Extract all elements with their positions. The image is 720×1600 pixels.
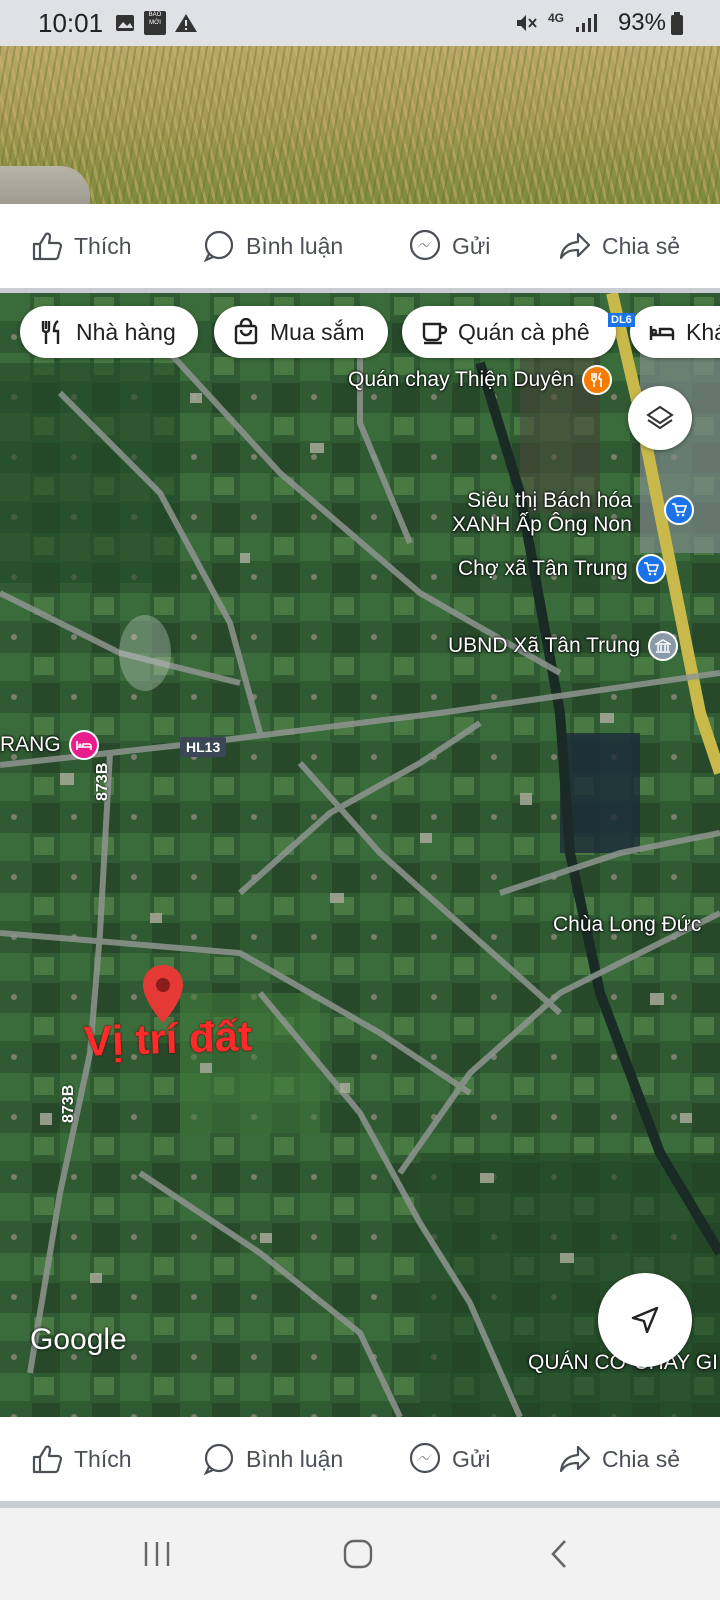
comment-label-2: Bình luận	[246, 1445, 344, 1472]
chip-restaurants[interactable]: Nhà hàng	[20, 306, 198, 358]
send-label: Gửi	[452, 232, 491, 259]
signal-icon	[576, 14, 597, 32]
like-button[interactable]: Thích	[30, 204, 132, 288]
messenger-icon	[409, 229, 441, 261]
chip-hotels[interactable]: Khá	[630, 306, 720, 358]
layers-icon	[646, 405, 674, 430]
navigation-arrow-icon	[631, 1306, 659, 1334]
home-icon[interactable]	[342, 1538, 374, 1570]
share-label: Chia sẻ	[602, 232, 680, 259]
poi-restaurant[interactable]: Quán chay Thiện Duyên	[348, 365, 613, 395]
poi-hotel[interactable]: RANG	[0, 730, 99, 760]
share-button[interactable]: Chia sẻ	[558, 204, 680, 288]
road-label-hl13: HL13	[180, 737, 227, 757]
battery-percent: 93%	[617, 9, 666, 36]
system-nav-bar	[0, 1508, 720, 1600]
chip-shopping[interactable]: Mua sắm	[214, 306, 388, 358]
mute-icon	[517, 15, 537, 31]
comment-icon	[203, 230, 234, 263]
shopping-cart-icon	[664, 495, 694, 525]
post-photo[interactable]	[0, 46, 720, 204]
messenger-icon	[409, 1442, 441, 1474]
share-icon	[559, 232, 591, 260]
road-shield-top: DL6	[608, 313, 635, 327]
satellite-imagery	[0, 293, 720, 1417]
like-label: Thích	[74, 232, 132, 259]
share-icon	[559, 1445, 591, 1473]
cart-pin-icon	[635, 554, 666, 584]
chip-restaurants-label: Nhà hàng	[76, 318, 176, 345]
like-button-2[interactable]: Thích	[30, 1417, 132, 1501]
my-location-button[interactable]	[598, 1273, 692, 1367]
comment-label: Bình luận	[246, 232, 344, 259]
hotel-bed-icon	[68, 730, 99, 760]
road-label-873b-top: 873B	[94, 762, 111, 801]
image-notification-icon	[116, 15, 134, 31]
coffee-cup-icon	[422, 322, 448, 345]
share-button-2[interactable]: Chia sẻ	[558, 1417, 680, 1501]
chip-cafe-label: Quán cà phê	[458, 318, 590, 345]
send-label-2: Gửi	[452, 1445, 491, 1472]
send-button-2[interactable]: Gửi	[408, 1417, 490, 1501]
poi-pagoda[interactable]: Chùa Long Đức	[553, 913, 701, 937]
status-time: 10:01	[38, 8, 104, 38]
comment-button[interactable]: Bình luận	[202, 204, 343, 288]
chip-hotels-label: Khá	[686, 318, 720, 345]
share-label-2: Chia sẻ	[602, 1445, 680, 1472]
road-label-873b-bottom: 873B	[60, 1084, 77, 1123]
network-type: 4G	[548, 11, 565, 25]
fork-knife-icon	[41, 320, 60, 344]
government-building-icon	[648, 631, 679, 661]
poi-market-label: Chợ xã Tân Trung	[458, 557, 628, 580]
send-button[interactable]: Gửi	[408, 204, 490, 288]
like-label-2: Thích	[74, 1445, 132, 1472]
poi-supermarket[interactable]: Siêu thị Bách hóa XANH Ấp Ông Non	[452, 489, 632, 537]
poi-market[interactable]: Chợ xã Tân Trung	[458, 554, 666, 584]
poi-office-label: UBND Xã Tân Trung	[448, 634, 641, 657]
google-attribution: Google	[30, 1323, 127, 1356]
comment-icon	[203, 1443, 234, 1476]
poi-restaurant-label: Quán chay Thiện Duyên	[348, 368, 575, 391]
post-action-bar-2: Thích Bình luận Gửi Chia sẻ	[0, 1417, 720, 1501]
battery-icon	[671, 12, 683, 35]
bed-icon	[649, 326, 675, 340]
annotation-land-location: Vị trí đất	[83, 1012, 253, 1065]
warning-icon	[175, 14, 197, 32]
poi-supermarket-line1: Siêu thị Bách hóa	[467, 489, 632, 512]
news-app-icon: BÁO MỚI	[144, 11, 166, 35]
photo-path-area	[0, 166, 90, 204]
recent-apps-icon[interactable]	[142, 1540, 172, 1568]
chip-shopping-label: Mua sắm	[270, 318, 365, 345]
back-icon[interactable]	[548, 1538, 570, 1570]
restaurant-pin-icon	[582, 365, 613, 395]
poi-office[interactable]: UBND Xã Tân Trung	[448, 631, 679, 661]
shopping-bag-icon	[234, 318, 258, 345]
chip-cafe[interactable]: Quán cà phê	[402, 306, 616, 358]
poi-supermarket-line2: XANH Ấp Ông Non	[452, 513, 632, 536]
poi-hotel-label: RANG	[0, 733, 61, 756]
layers-button[interactable]	[628, 386, 692, 450]
divider-2	[0, 1501, 720, 1508]
comment-button-2[interactable]: Bình luận	[202, 1417, 343, 1501]
status-bar: 10:01 BÁO MỚI 4G 93%	[0, 0, 720, 46]
map-view[interactable]: Nhà hàng Mua sắm Quán cà phê Khá DL6 Quá…	[0, 293, 720, 1417]
thumbs-up-icon	[32, 1445, 63, 1474]
post-action-bar: Thích Bình luận Gửi Chia sẻ	[0, 204, 720, 288]
thumbs-up-icon	[32, 232, 63, 261]
